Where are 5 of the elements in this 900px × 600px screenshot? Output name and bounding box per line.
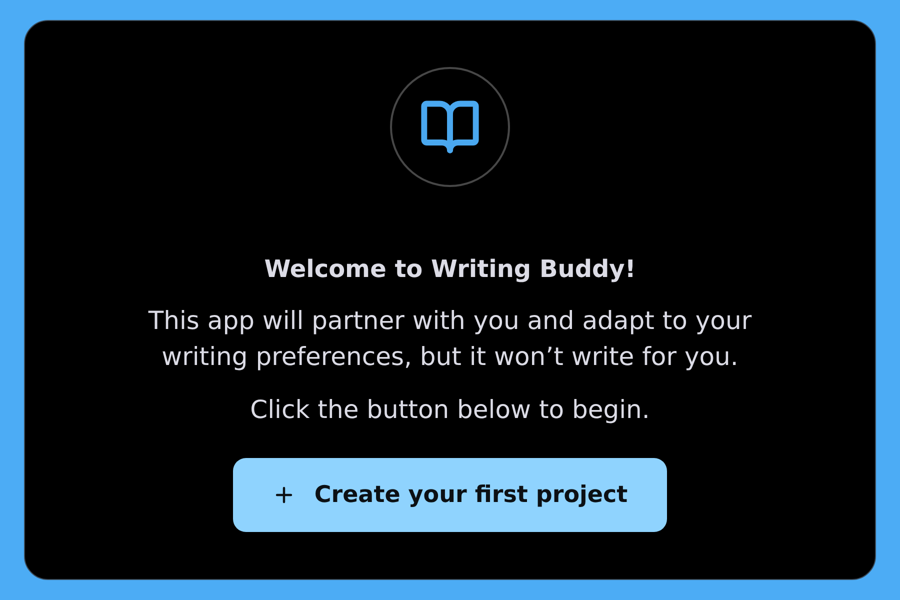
description-text: This app will partner with you and adapt to your writing preferences, but it won’t write for you. — [148, 305, 752, 373]
welcome-title: Welcome to Writing Buddy! — [264, 254, 636, 284]
open-book-icon — [390, 67, 510, 187]
instruction-text: Click the button below to begin. — [250, 394, 650, 426]
create-project-button[interactable]: Create your first project — [233, 458, 667, 532]
